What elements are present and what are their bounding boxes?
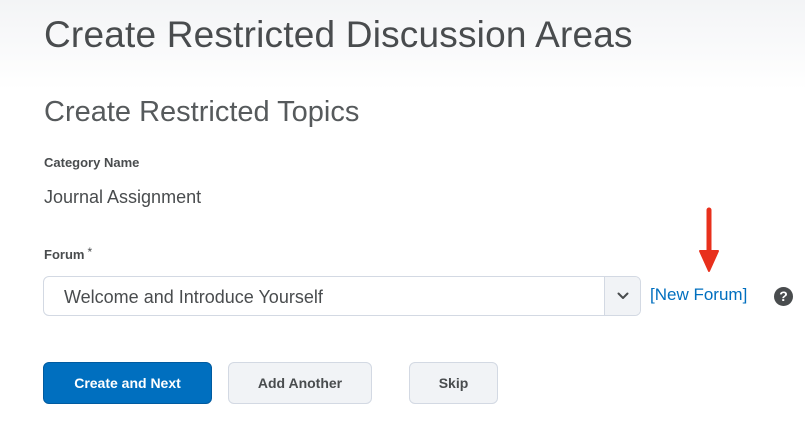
skip-button[interactable]: Skip (409, 362, 498, 404)
chevron-down-icon (617, 292, 628, 299)
red-arrow-down-icon (699, 207, 719, 272)
new-forum-link[interactable]: [New Forum] (650, 285, 747, 305)
forum-label: Forum * (44, 245, 93, 262)
required-marker: * (87, 245, 93, 259)
category-name-value: Journal Assignment (44, 187, 202, 207)
add-another-button[interactable]: Add Another (228, 362, 372, 404)
forum-select-toggle[interactable] (605, 277, 640, 315)
section-title: Create Restricted Topics (44, 96, 360, 128)
page-title: Create Restricted Discussion Areas (44, 14, 633, 55)
forum-select[interactable]: Welcome and Introduce Yourself (43, 276, 641, 316)
forum-select-value: Welcome and Introduce Yourself (64, 287, 323, 307)
create-and-next-button[interactable]: Create and Next (43, 362, 212, 404)
forum-label-text: Forum (44, 247, 85, 262)
category-name-label: Category Name (44, 155, 140, 170)
help-icon[interactable]: ? (774, 287, 793, 306)
